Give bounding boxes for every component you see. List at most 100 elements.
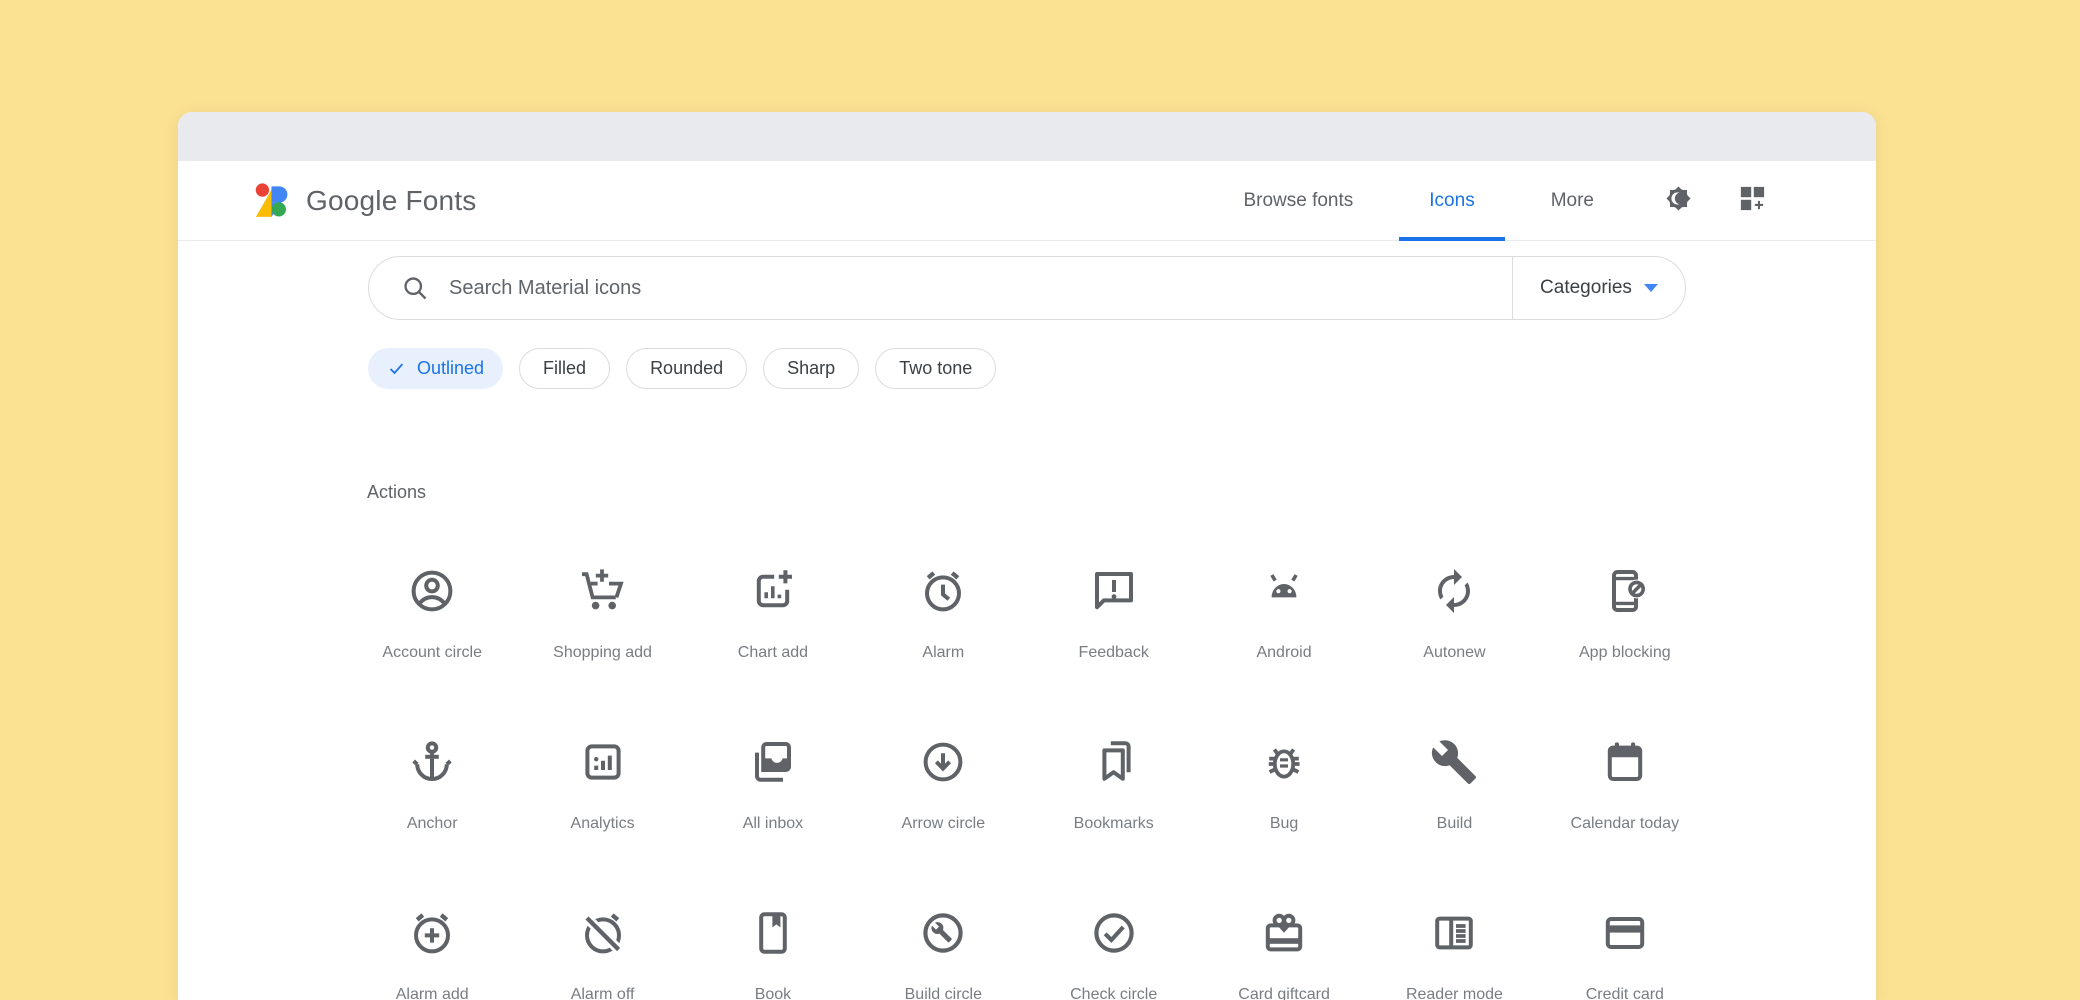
icon-cell-feedback[interactable]: Feedback [1029,567,1199,738]
search-field-area [369,257,1512,319]
filter-chip-label: Outlined [417,358,484,379]
bookmarks-icon [1090,738,1138,786]
icon-cell-bookmarks[interactable]: Bookmarks [1029,738,1199,909]
icon-label: Android [1256,644,1311,662]
chart-add-icon [749,567,797,615]
book-icon [749,909,797,957]
filter-chip-label: Sharp [787,358,835,379]
icon-cell-android[interactable]: Android [1199,567,1369,738]
feedback-icon [1090,567,1138,615]
check-circle-icon [1090,909,1138,957]
icon-cell-analytics[interactable]: Analytics [517,738,687,909]
account-circle-icon [408,567,456,615]
icon-label: Build circle [905,986,982,1000]
window-titlebar [178,112,1876,161]
categories-dropdown[interactable]: Categories [1513,257,1685,319]
main-nav: Browse fonts Icons More [1205,161,1780,240]
alarm-off-icon [579,909,627,957]
icon-cell-chart-add[interactable]: Chart add [688,567,858,738]
icon-label: Build [1437,815,1473,833]
filter-chip-outlined[interactable]: Outlined [368,348,503,389]
icon-label: App blocking [1579,644,1671,662]
icon-label: Alarm add [396,986,469,1000]
icon-label: Alarm off [571,986,635,1000]
icon-cell-anchor[interactable]: Anchor [347,738,517,909]
icon-label: Bug [1270,815,1298,833]
all-inbox-icon [749,738,797,786]
filter-chip-rounded[interactable]: Rounded [626,348,747,389]
alarm-add-icon [408,909,456,957]
icon-cell-card-giftcard[interactable]: Card giftcard [1199,909,1369,1000]
analytics-icon [579,738,627,786]
tab-more[interactable]: More [1513,161,1632,240]
shopping-add-icon [579,567,627,615]
icon-cell-app-blocking[interactable]: App blocking [1540,567,1710,738]
icon-label: Book [755,986,791,1000]
icon-cell-account-circle[interactable]: Account circle [347,567,517,738]
icon-cell-calendar-today[interactable]: Calendar today [1540,738,1710,909]
bug-icon [1260,738,1308,786]
filter-chip-label: Filled [543,358,586,379]
desktop-background: { "header": { "logo_text": "Google Fonts… [0,0,2080,1000]
alarm-icon [919,567,967,615]
icon-cell-autonew[interactable]: Autonew [1369,567,1539,738]
anchor-icon [408,738,456,786]
icon-cell-credit-card[interactable]: Credit card [1540,909,1710,1000]
icon-cell-check-circle[interactable]: Check circle [1029,909,1199,1000]
icon-label: Bookmarks [1074,815,1154,833]
icon-label: Feedback [1079,644,1149,662]
apps-menu-button[interactable] [1724,173,1780,229]
calendar-today-icon [1601,738,1649,786]
filter-chip-label: Rounded [650,358,723,379]
autonew-icon [1430,567,1478,615]
icon-cell-arrow-circle[interactable]: Arrow circle [858,738,1028,909]
icon-cell-reader-mode[interactable]: Reader mode [1369,909,1539,1000]
icon-cell-alarm-off[interactable]: Alarm off [517,909,687,1000]
arrow-circle-icon [919,738,967,786]
check-icon [387,359,406,378]
search-bar: Categories [368,256,1686,320]
style-filter-chips: Outlined Filled Rounded Sharp Two tone [368,348,1876,389]
icon-label: Credit card [1586,986,1664,1000]
icon-cell-alarm[interactable]: Alarm [858,567,1028,738]
search-icon [401,274,429,302]
build-icon [1430,738,1478,786]
icon-cell-alarm-add[interactable]: Alarm add [347,909,517,1000]
icon-cell-book[interactable]: Book [688,909,858,1000]
icon-label: Check circle [1070,986,1157,1000]
credit-card-icon [1601,909,1649,957]
icon-label: Alarm [922,644,964,662]
icon-cell-all-inbox[interactable]: All inbox [688,738,858,909]
icon-label: Account circle [382,644,482,662]
icon-label: Shopping add [553,644,652,662]
android-icon [1260,567,1308,615]
icon-cell-shopping-add[interactable]: Shopping add [517,567,687,738]
filter-chip-two-tone[interactable]: Two tone [875,348,996,389]
tab-browse-fonts[interactable]: Browse fonts [1205,161,1391,240]
site-header: Google Fonts Browse fonts Icons More [178,161,1876,241]
build-circle-icon [919,909,967,957]
dark-mode-toggle-icon [1663,183,1694,219]
icon-label: Chart add [738,644,808,662]
icon-label: Autonew [1423,644,1485,662]
filter-chip-sharp[interactable]: Sharp [763,348,859,389]
tab-icons[interactable]: Icons [1391,161,1512,240]
chevron-down-icon [1644,284,1658,292]
app-blocking-icon [1601,567,1649,615]
search-input[interactable] [449,277,1512,300]
icon-cell-bug[interactable]: Bug [1199,738,1369,909]
filter-chip-filled[interactable]: Filled [519,348,610,389]
icon-label: Card giftcard [1238,986,1330,1000]
categories-label: Categories [1540,277,1632,299]
icon-label: Arrow circle [902,815,986,833]
theme-toggle-button[interactable] [1650,173,1706,229]
icon-label: All inbox [743,815,803,833]
icon-grid: Account circle Shopping add Chart add Alarm… [347,567,1710,1000]
google-fonts-window: Google Fonts Browse fonts Icons More [178,112,1876,1000]
icon-cell-build[interactable]: Build [1369,738,1539,909]
google-fonts-logo[interactable]: Google Fonts [254,182,477,220]
dashboard-customize-icon [1737,183,1768,219]
section-title: Actions [367,482,1876,503]
icon-label: Analytics [571,815,635,833]
icon-cell-build-circle[interactable]: Build circle [858,909,1028,1000]
